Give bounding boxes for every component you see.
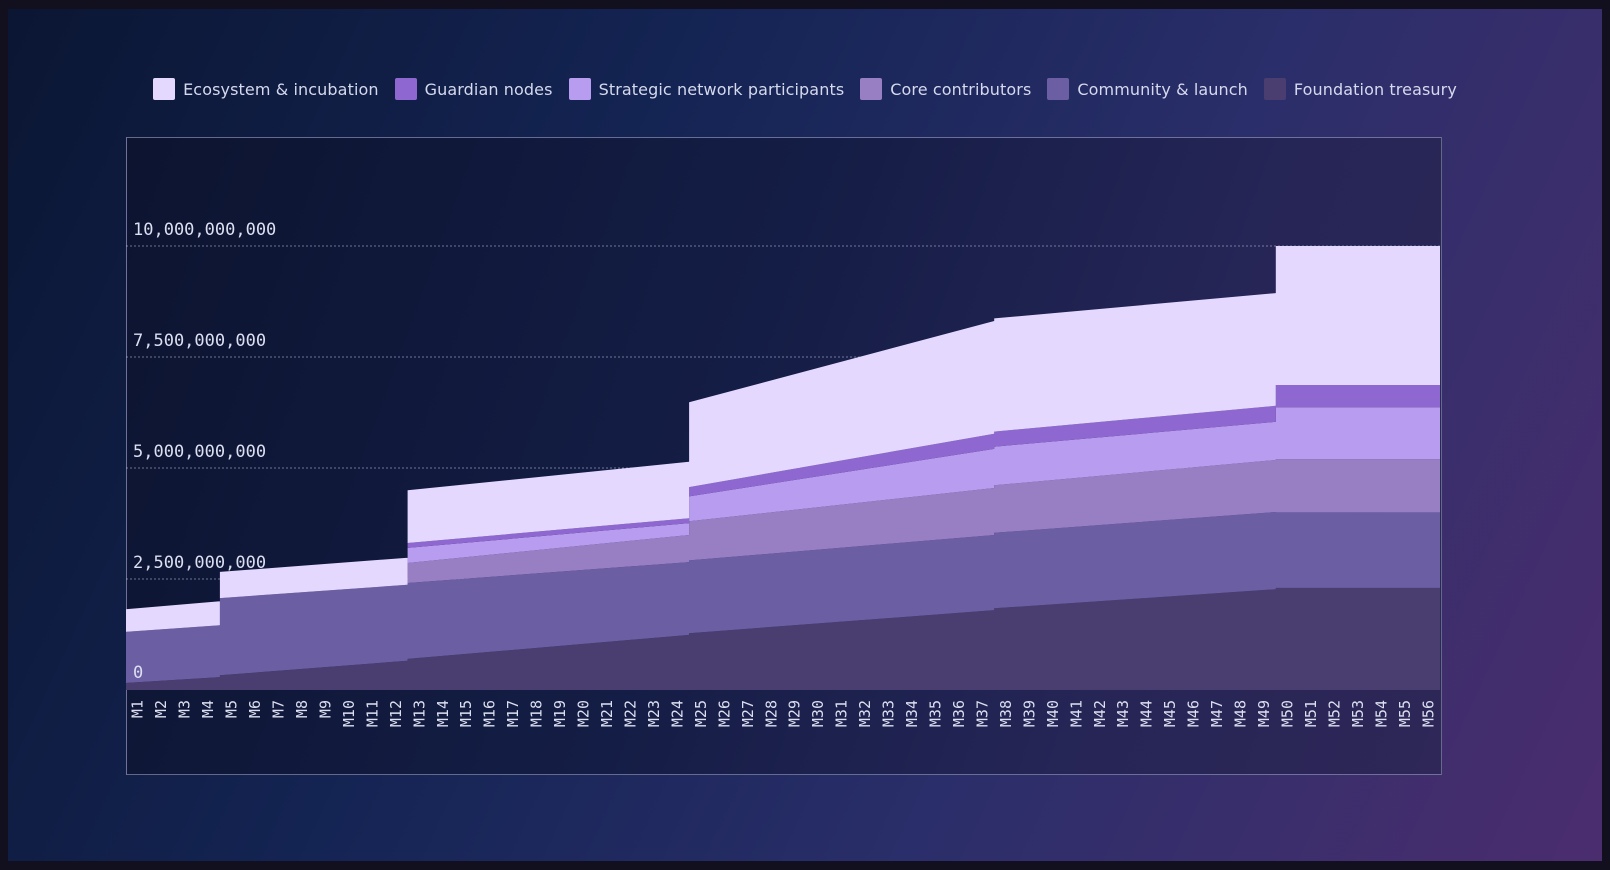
y-tick-label: 7,500,000,000 — [133, 331, 266, 351]
x-tick-label: M37 — [973, 700, 991, 727]
x-tick-label: M51 — [1302, 700, 1320, 727]
x-tick-label: M10 — [340, 700, 358, 727]
x-tick-label: M17 — [504, 700, 522, 727]
x-tick-label: M19 — [551, 700, 569, 727]
x-tick-label: M12 — [387, 700, 405, 727]
x-tick-label: M35 — [927, 700, 945, 727]
x-tick-label: M27 — [739, 700, 757, 727]
x-tick-label: M25 — [692, 700, 710, 727]
x-tick-label: M49 — [1255, 700, 1273, 727]
x-tick-label: M32 — [856, 700, 874, 727]
x-tick-label: M16 — [481, 700, 499, 727]
x-tick-label: M29 — [786, 700, 804, 727]
x-tick-label: M4 — [199, 700, 217, 718]
y-tick-label: 10,000,000,000 — [133, 220, 276, 240]
y-tick-label: 2,500,000,000 — [133, 553, 266, 573]
x-tick-label: M5 — [223, 700, 241, 718]
x-tick-label: M6 — [246, 700, 264, 718]
x-tick-label: M22 — [622, 700, 640, 727]
x-tick-label: M3 — [176, 700, 194, 718]
x-tick-label: M34 — [903, 700, 921, 727]
x-tick-label: M45 — [1161, 700, 1179, 727]
x-tick-label: M44 — [1138, 700, 1156, 727]
x-tick-label: M54 — [1372, 700, 1390, 727]
x-tick-label: M21 — [598, 700, 616, 727]
stacked-area-chart: 0 2,500,000,000 5,000,000,000 7,500,000,000… — [126, 220, 1440, 727]
x-tick-label: M52 — [1325, 700, 1343, 727]
x-tick-label: M33 — [880, 700, 898, 727]
x-tick-label: M48 — [1232, 700, 1250, 727]
x-tick-label: M28 — [762, 700, 780, 727]
x-tick-label: M2 — [152, 700, 170, 718]
x-tick-label: M38 — [997, 700, 1015, 727]
x-tick-label: M31 — [833, 700, 851, 727]
x-tick-label: M18 — [528, 700, 546, 727]
y-tick-label: 5,000,000,000 — [133, 442, 266, 462]
x-tick-label: M24 — [668, 700, 686, 727]
x-tick-label: M42 — [1091, 700, 1109, 727]
x-tick-label: M40 — [1044, 700, 1062, 727]
x-tick-label: M11 — [363, 700, 381, 727]
x-tick-label: M50 — [1279, 700, 1297, 727]
x-tick-label: M15 — [457, 700, 475, 727]
x-tick-label: M26 — [715, 700, 733, 727]
x-tick-label: M9 — [316, 700, 334, 718]
x-tick-label: M55 — [1396, 700, 1414, 727]
x-tick-label: M30 — [809, 700, 827, 727]
x-tick-label: M56 — [1419, 700, 1437, 727]
x-tick-label: M14 — [434, 700, 452, 727]
x-tick-label: M36 — [950, 700, 968, 727]
x-tick-label: M39 — [1020, 700, 1038, 727]
x-tick-label: M47 — [1208, 700, 1226, 727]
x-tick-label: M1 — [129, 700, 147, 718]
x-tick-label: M8 — [293, 700, 311, 718]
x-tick-label: M7 — [270, 700, 288, 718]
x-tick-label: M53 — [1349, 700, 1367, 727]
x-tick-label: M41 — [1067, 700, 1085, 727]
y-tick-label: 0 — [133, 663, 143, 683]
x-tick-label: M20 — [575, 700, 593, 727]
x-tick-label: M23 — [645, 700, 663, 727]
x-tick-label: M43 — [1114, 700, 1132, 727]
x-tick-label: M13 — [410, 700, 428, 727]
x-tick-label: M46 — [1185, 700, 1203, 727]
